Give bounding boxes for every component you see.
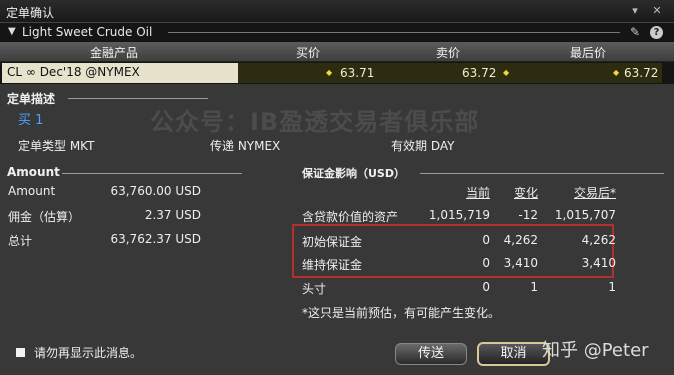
- window-title: 定单确认: [6, 6, 55, 20]
- contract-symbol[interactable]: CL ∞ Dec'18 @NYMEX: [2, 63, 238, 83]
- amount-label: Amount: [8, 184, 56, 198]
- margin-row-change: 3,410: [503, 256, 538, 270]
- quote-row: CL ∞ Dec'18 @NYMEX ◆ 63.71 63.72 ◆ ◆ 63.…: [0, 62, 674, 84]
- ask-diamond-icon: ◆: [503, 68, 510, 77]
- quote-header: 金融产品 买价 卖价 最后价: [0, 42, 674, 62]
- col-bid: 买价: [296, 46, 321, 60]
- amount-title: Amount: [7, 165, 60, 179]
- col-change: 变化: [513, 186, 538, 200]
- brand-overlay: 知乎 @Peter: [542, 340, 649, 361]
- margin-row-label: 头寸: [302, 282, 327, 296]
- total-label: 总计: [8, 234, 33, 248]
- divider: [62, 173, 242, 174]
- margin-row-change: 4,262: [503, 233, 538, 247]
- order-desc-title: 定单描述: [7, 92, 56, 106]
- dont-show-checkbox[interactable]: [16, 348, 25, 357]
- amount-value: 63,760.00 USD: [110, 184, 201, 198]
- order-type: 定单类型 MKT: [18, 139, 95, 153]
- quote-values: [238, 63, 662, 83]
- transmit-button[interactable]: 传送: [395, 343, 467, 365]
- margin-row-current: 0: [482, 256, 490, 270]
- margin-row-change: -12: [518, 208, 538, 222]
- divider: [68, 98, 208, 99]
- order-route: 传递 NYMEX: [210, 139, 281, 153]
- margin-row-label: 初始保证金: [302, 235, 363, 249]
- margin-row-current: 0: [482, 280, 490, 294]
- last-diamond-icon: ◆: [613, 68, 620, 77]
- margin-row-after: 1: [608, 280, 616, 294]
- close-icon[interactable]: ✕: [650, 4, 664, 17]
- col-last: 最后价: [570, 46, 607, 60]
- col-after: 交易后*: [573, 186, 616, 200]
- instrument-bar: ▼ Light Sweet Crude Oil ✎ ?: [0, 23, 674, 42]
- last-price: 63.72: [624, 66, 659, 80]
- title-bar: 定单确认 ▾ ✕: [0, 0, 674, 23]
- collapse-arrow-icon[interactable]: ▼: [8, 26, 16, 37]
- order-confirmation-panel: 公众号：IB盈透交易者俱乐部 定单描述 买 1 定单类型 MKT 传递 NYME…: [0, 84, 674, 375]
- bid-price: 63.71: [340, 66, 375, 80]
- col-current: 当前: [465, 186, 490, 200]
- watermark-text: 公众号：IB盈透交易者俱乐部: [150, 108, 480, 136]
- margin-row-after: 1,015,707: [554, 208, 616, 222]
- margin-row-label: 含贷款价值的资产: [302, 210, 399, 224]
- window-menu-icon[interactable]: ▾: [628, 4, 642, 17]
- col-ask: 卖价: [436, 46, 461, 60]
- commission-label: 佣金（估算）: [8, 210, 81, 224]
- pin-icon[interactable]: ✎: [630, 25, 640, 39]
- ask-price: 63.72: [462, 66, 497, 80]
- order-tif: 有效期 DAY: [391, 139, 455, 153]
- margin-row-current: 0: [482, 233, 490, 247]
- margin-title: 保证金影响（USD）: [302, 167, 405, 180]
- order-action: 买 1: [18, 113, 44, 128]
- margin-row-after: 3,410: [581, 256, 616, 270]
- margin-row-after: 4,262: [581, 233, 616, 247]
- instrument-name: Light Sweet Crude Oil: [22, 25, 153, 39]
- margin-footnote: *这只是当前预估，有可能产生变化。: [302, 306, 501, 320]
- divider: [420, 173, 664, 174]
- margin-row-change: 1: [530, 280, 538, 294]
- margin-row-label: 维持保证金: [302, 258, 363, 272]
- commission-value: 2.37 USD: [144, 208, 201, 222]
- dont-show-label: 请勿再显示此消息。: [34, 346, 143, 360]
- total-value: 63,762.37 USD: [110, 232, 201, 246]
- help-icon[interactable]: ?: [650, 26, 663, 39]
- col-product: 金融产品: [90, 46, 139, 60]
- divider: [168, 32, 620, 33]
- margin-row-current: 1,015,719: [428, 208, 490, 222]
- cancel-button[interactable]: 取消: [477, 342, 550, 366]
- bid-diamond-icon: ◆: [326, 68, 333, 77]
